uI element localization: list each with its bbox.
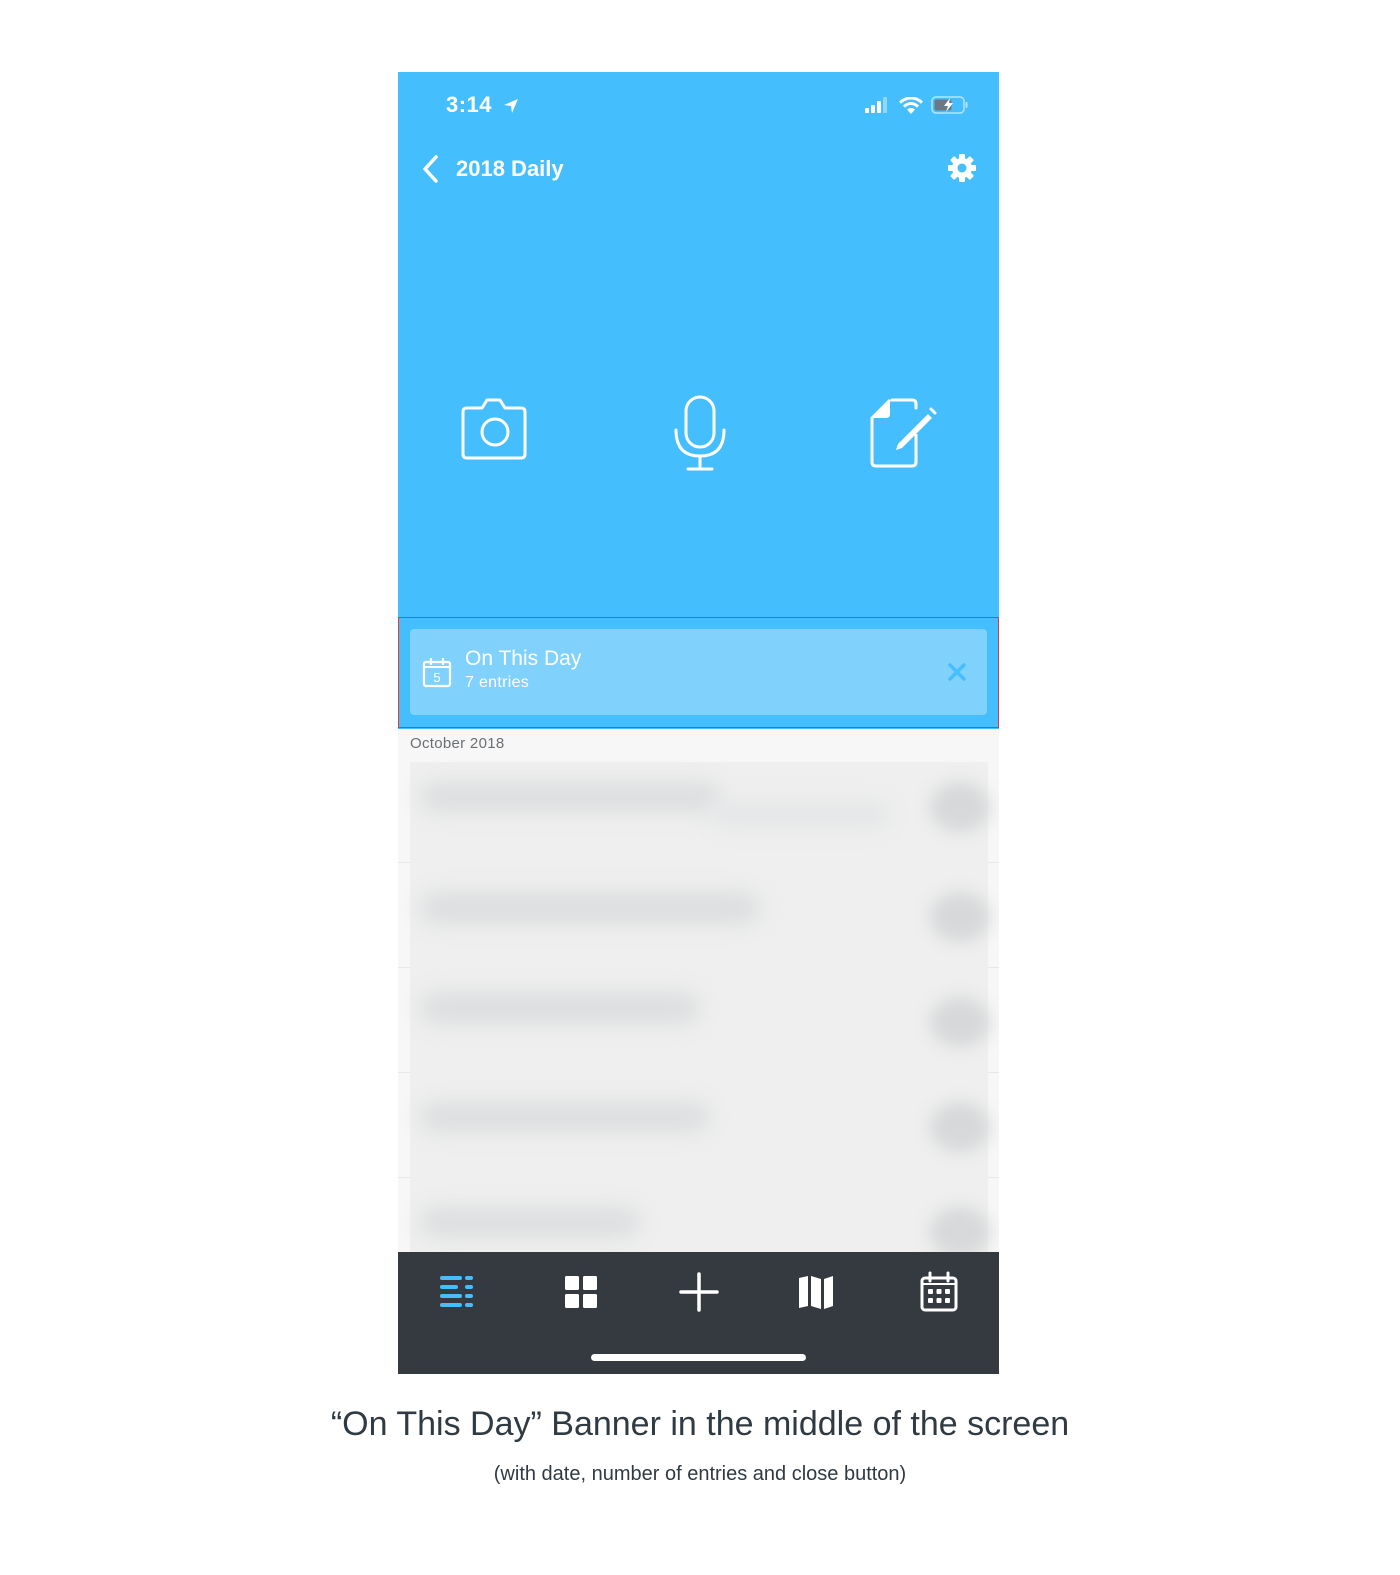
location-arrow-icon — [503, 99, 518, 114]
list-item[interactable] — [410, 1077, 990, 1182]
tab-calendar[interactable] — [917, 1270, 961, 1314]
list-item[interactable] — [410, 762, 990, 867]
tab-new-entry[interactable] — [677, 1270, 721, 1314]
blurred-text — [420, 992, 700, 1024]
tab-map[interactable] — [794, 1270, 838, 1314]
caption-title: “On This Day” Banner in the middle of th… — [330, 1405, 1070, 1443]
banner-entry-count: 7 entries — [465, 674, 530, 691]
caption-subtitle: (with date, number of entries and close … — [493, 1463, 907, 1485]
on-this-day-banner[interactable]: 5 On This Day 7 entries — [410, 629, 987, 715]
edit-document-icon[interactable] — [870, 392, 950, 472]
calendar-day: 5 — [433, 670, 440, 685]
battery-charging-icon — [931, 96, 968, 114]
map-icon — [799, 1276, 833, 1309]
microphone-icon[interactable] — [660, 392, 740, 472]
blurred-text — [420, 1102, 710, 1132]
blurred-text — [710, 802, 890, 827]
entry-thumbnail — [930, 997, 990, 1047]
blurred-text — [420, 782, 720, 812]
plus-icon — [679, 1272, 719, 1312]
tab-bar — [398, 1252, 999, 1374]
list-item[interactable] — [410, 867, 990, 972]
entry-thumbnail — [930, 782, 990, 832]
list-icon — [440, 1276, 473, 1307]
wifi-icon — [899, 96, 923, 114]
entry-thumbnail — [930, 1207, 990, 1257]
blurred-text — [420, 1207, 640, 1237]
close-icon[interactable] — [946, 661, 968, 683]
list-item[interactable] — [410, 972, 990, 1077]
banner-title: On This Day — [465, 647, 582, 670]
status-time: 3:14 — [446, 92, 519, 118]
section-header: October 2018 — [398, 729, 999, 759]
gear-icon[interactable] — [946, 152, 978, 184]
calendar-icon: 5 — [422, 658, 452, 688]
blurred-text — [420, 892, 760, 924]
home-indicator[interactable] — [591, 1354, 806, 1361]
entry-list-blurred[interactable] — [410, 762, 990, 1257]
cellular-signal-icon — [865, 97, 887, 113]
entry-thumbnail — [930, 892, 990, 942]
status-time-text: 3:14 — [446, 92, 493, 117]
calendar-icon — [920, 1271, 958, 1312]
tab-media[interactable] — [559, 1270, 603, 1314]
journal-title: 2018 Daily — [456, 156, 564, 181]
chevron-left-icon[interactable] — [420, 154, 442, 184]
camera-icon[interactable] — [457, 392, 537, 472]
tab-list[interactable] — [436, 1270, 480, 1314]
grid-icon — [565, 1276, 597, 1308]
entry-thumbnail — [930, 1102, 990, 1152]
status-icons — [865, 96, 969, 114]
phone-screen: 3:14 2018 Daily 5 On This Day 7 entries … — [398, 72, 999, 1374]
section-header-label: October 2018 — [410, 735, 505, 752]
